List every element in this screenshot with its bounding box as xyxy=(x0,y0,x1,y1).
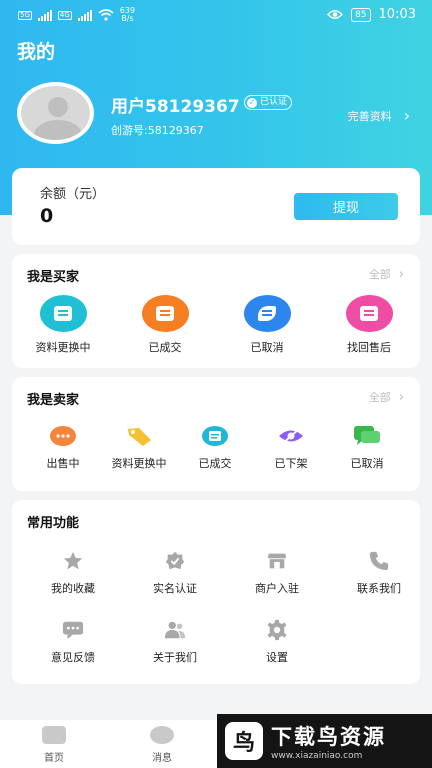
common-functions-section: 常用功能 我的收藏 实名认证 商户入驻 联系我们 意见反馈 关于我们 设置 xyxy=(12,500,420,684)
balance-card: 余额（元） 0 提现 xyxy=(12,168,420,245)
seller-item-label: 已成交 xyxy=(198,457,232,470)
message-icon xyxy=(150,726,174,744)
buyer-section: 我是买家 全部 › 资料更换中 已成交 已取消 找回售后 xyxy=(12,254,420,368)
common-item-settings[interactable]: 设置 xyxy=(226,618,328,665)
leaf-icon xyxy=(243,295,291,332)
common-item-label: 实名认证 xyxy=(153,582,197,595)
tag-icon xyxy=(125,424,153,448)
watermark-logo-icon: 鸟 xyxy=(225,722,263,760)
seller-item-label: 已取消 xyxy=(350,457,384,470)
buyer-view-all[interactable]: 全部 › xyxy=(369,266,404,282)
hidden-eye-icon xyxy=(277,424,305,448)
chevron-right-icon: › xyxy=(398,266,404,282)
avatar[interactable] xyxy=(17,82,94,144)
sim-tag-2: 4G xyxy=(57,10,72,20)
common-grid-row-2: 意见反馈 关于我们 设置 xyxy=(22,618,430,665)
buyer-item-updating[interactable]: 资料更换中 xyxy=(12,295,114,355)
seller-item-cancelled[interactable]: 已取消 xyxy=(329,424,405,471)
buyer-grid: 资料更换中 已成交 已取消 找回售后 xyxy=(12,295,420,355)
complete-profile-label: 完善资料 xyxy=(347,109,392,123)
common-item-label: 商户入驻 xyxy=(255,582,299,595)
watermark-banner: 鸟 下载鸟资源 www.xiazainiao.com xyxy=(217,714,432,768)
common-item-favorites[interactable]: 我的收藏 xyxy=(22,549,124,596)
seller-view-all[interactable]: 全部 › xyxy=(369,389,404,405)
home-icon xyxy=(42,726,66,744)
seller-item-on-sale[interactable]: 出售中 xyxy=(25,424,101,471)
net-speed: 639 B/s xyxy=(119,6,136,23)
eye-icon xyxy=(327,10,344,19)
common-section-title: 常用功能 xyxy=(27,516,80,531)
buyer-item-label: 找回售后 xyxy=(347,341,391,354)
common-item-contact[interactable]: 联系我们 xyxy=(328,549,430,596)
verified-label: 已认证 xyxy=(260,97,288,107)
receipt-icon xyxy=(201,424,229,448)
verified-shield-icon xyxy=(163,549,187,573)
tab-home-label: 首页 xyxy=(44,753,64,764)
sim-tag: 5G xyxy=(18,10,32,20)
bag-icon xyxy=(141,295,189,332)
buyer-item-cancelled[interactable]: 已取消 xyxy=(216,295,318,355)
signal-icon xyxy=(37,9,52,21)
battery-icon: 85 xyxy=(351,7,371,22)
store-icon xyxy=(265,549,289,573)
chat-icon xyxy=(353,424,381,448)
balance-label: 余额（元） xyxy=(40,187,106,202)
common-item-label: 意见反馈 xyxy=(51,651,95,664)
people-icon xyxy=(163,618,187,642)
tab-messages-label: 消息 xyxy=(152,753,172,764)
withdraw-button[interactable]: 提现 xyxy=(294,193,398,220)
buyer-item-label: 资料更换中 xyxy=(35,341,91,354)
chevron-right-icon: › xyxy=(403,106,410,125)
tab-home[interactable]: 首页 xyxy=(24,726,84,764)
view-all-label: 全部 xyxy=(368,268,391,281)
seller-item-delisted[interactable]: 已下架 xyxy=(253,424,329,471)
common-item-label: 我的收藏 xyxy=(51,582,95,595)
star-icon xyxy=(61,549,85,573)
complete-profile-link[interactable]: 完善资料 › xyxy=(348,106,410,125)
view-all-label: 全部 xyxy=(368,391,391,404)
common-item-label: 设置 xyxy=(266,651,288,664)
dots-icon xyxy=(49,424,77,448)
watermark-url: www.xiazainiao.com xyxy=(271,751,363,761)
status-bar: 5G 4G 639 B/s 85 10:03 xyxy=(0,0,432,32)
common-item-feedback[interactable]: 意见反馈 xyxy=(22,618,124,665)
common-item-realname[interactable]: 实名认证 xyxy=(124,549,226,596)
chevron-right-icon: › xyxy=(398,389,404,405)
common-grid-row-1: 我的收藏 实名认证 商户入驻 联系我们 xyxy=(22,549,430,596)
common-item-about[interactable]: 关于我们 xyxy=(124,618,226,665)
list-icon xyxy=(345,295,393,332)
page-title: 我的 xyxy=(17,41,56,63)
common-item-label: 关于我们 xyxy=(153,651,197,664)
seller-grid: 出售中 资料更换中 已成交 已下架 已取消 xyxy=(25,424,432,471)
clock: 10:03 xyxy=(378,7,416,22)
common-item-label: 联系我们 xyxy=(357,582,401,595)
watermark-title: 下载鸟资源 xyxy=(271,725,386,749)
seller-item-completed[interactable]: 已成交 xyxy=(177,424,253,471)
signal-icon-2 xyxy=(77,9,92,21)
seller-item-label: 出售中 xyxy=(46,457,80,470)
gear-icon xyxy=(265,618,289,642)
buyer-item-after-sales[interactable]: 找回售后 xyxy=(318,295,420,355)
balance-value: 0 xyxy=(40,205,54,227)
buyer-section-title: 我是买家 xyxy=(27,270,80,285)
user-id: 创游号:58129367 xyxy=(111,124,204,137)
seller-item-updating[interactable]: 资料更换中 xyxy=(101,424,177,471)
verified-badge: ✓ 已认证 xyxy=(244,95,293,110)
seller-item-label: 已下架 xyxy=(274,457,308,470)
check-icon: ✓ xyxy=(247,97,257,108)
tab-messages[interactable]: 消息 xyxy=(132,726,192,764)
buyer-item-label: 已取消 xyxy=(250,341,284,354)
common-item-merchant[interactable]: 商户入驻 xyxy=(226,549,328,596)
seller-item-label: 资料更换中 xyxy=(111,457,167,470)
seller-section: 我是卖家 全部 › 出售中 资料更换中 已成交 已下架 已取消 xyxy=(12,377,420,491)
feedback-icon xyxy=(61,618,85,642)
avatar-head xyxy=(48,97,68,117)
phone-icon xyxy=(367,549,391,573)
username: 用户58129367 xyxy=(111,97,240,117)
wifi-icon xyxy=(98,9,114,21)
buyer-item-completed[interactable]: 已成交 xyxy=(114,295,216,355)
seller-section-title: 我是卖家 xyxy=(27,393,80,408)
buyer-item-label: 已成交 xyxy=(148,341,182,354)
document-icon xyxy=(39,295,87,332)
